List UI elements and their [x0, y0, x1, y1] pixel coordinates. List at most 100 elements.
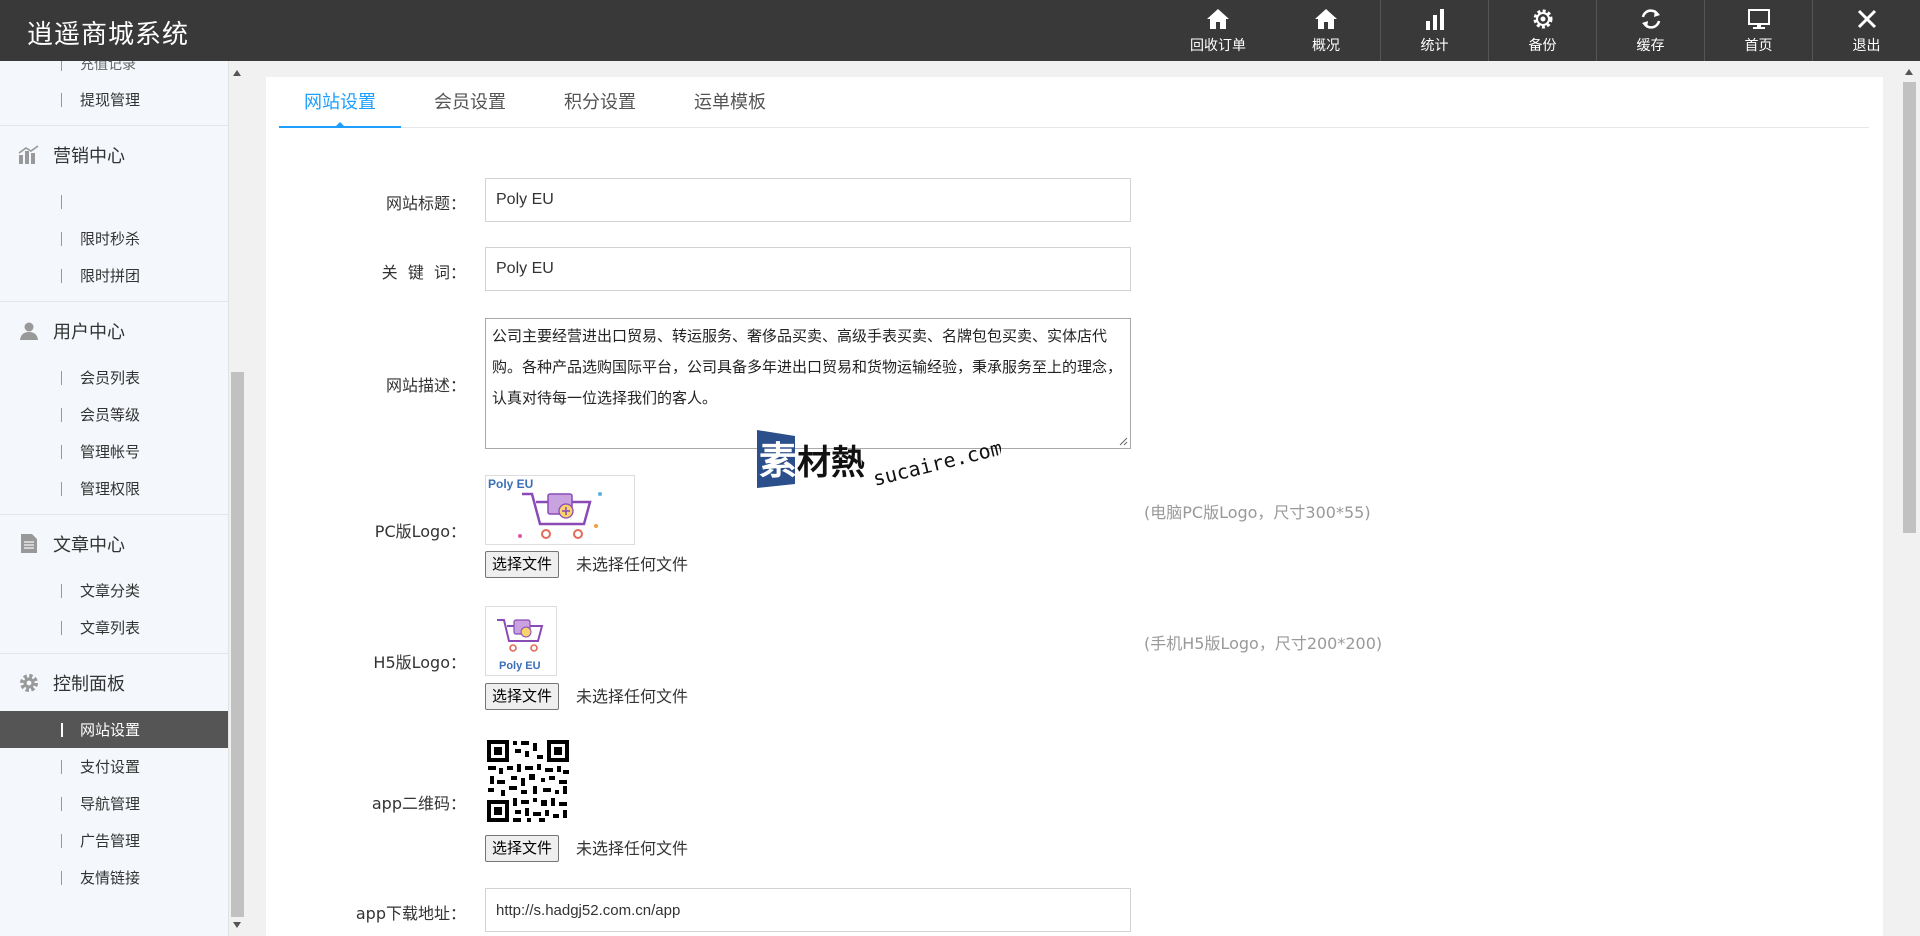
form-row-description: 网站描述： 公司主要经营进出口贸易、转运服务、奢侈品买卖、高级手表买卖、名牌包包…	[266, 318, 1883, 449]
sidebar-item-navigation[interactable]: 导航管理	[0, 785, 228, 822]
home-icon	[1207, 9, 1229, 29]
watermark-logo: 素 材熱 sucaire.com	[757, 428, 1005, 491]
keywords-input[interactable]	[485, 247, 1131, 291]
sidebar-item-article-list[interactable]: 文章列表	[0, 609, 228, 646]
topnav-label: 回收订单	[1190, 38, 1246, 54]
cart-icon	[518, 492, 602, 539]
keywords-label: 关 键 词：	[381, 263, 466, 282]
sidebar-item-member-level[interactable]: 会员等级	[0, 396, 228, 433]
pc-logo-file-status: 未选择任何文件	[576, 555, 689, 574]
app-qr-label: app二维码：	[371, 794, 466, 813]
h5-logo-choose-file-button[interactable]: 选择文件	[485, 683, 560, 710]
chart-icon	[18, 144, 40, 166]
sidebar-item-article-categories[interactable]: 文章分类	[0, 572, 228, 609]
description-text: 公司主要经营进出口贸易、转运服务、奢侈品买卖、高级手表买卖、名牌包包买卖、实体店…	[492, 327, 1123, 407]
tab-member-settings[interactable]: 会员设置	[409, 77, 531, 128]
sidebar-group-title: 营销中心	[53, 145, 125, 167]
sidebar-group-control-panel[interactable]: 控制面板	[0, 653, 228, 711]
gear-icon	[1533, 9, 1552, 29]
sidebar-item-flash-sale[interactable]: 限时秒杀	[0, 220, 228, 257]
pc-logo-choose-file-button[interactable]: 选择文件	[485, 551, 560, 578]
watermark-cn-rest: 材熱	[797, 443, 865, 483]
topnav-label: 备份	[1528, 38, 1557, 54]
sidebar-item-partial[interactable]: 充值记录	[0, 61, 228, 81]
sidebar-item-withdraw[interactable]: 提现管理	[0, 81, 228, 118]
topnav-overview[interactable]: 概况	[1272, 0, 1380, 61]
h5-logo-preview: Poly EU	[485, 606, 557, 676]
main-panel: 网站设置 会员设置 积分设置 运单模板 网站标题： 关 键 词： 网站描述： 公…	[266, 77, 1883, 936]
settings-tabs: 网站设置 会员设置 积分设置 运单模板	[279, 77, 1869, 128]
sidebar-item-payment-settings[interactable]: 支付设置	[0, 748, 228, 785]
topnav-backup[interactable]: 备份	[1488, 0, 1596, 61]
form-row-pc-logo: PC版Logo： Poly EU (电脑PC版Logo，尺寸300*55) 选择…	[266, 475, 1883, 583]
scroll-thumb[interactable]	[1903, 82, 1916, 533]
form-row-app-url: app下载地址：	[266, 888, 1883, 932]
sidebar-group-articles[interactable]: 文章中心	[0, 514, 228, 572]
pc-logo-hint: (电脑PC版Logo，尺寸300*55)	[1144, 503, 1371, 522]
gear-icon	[18, 672, 40, 694]
tab-points-settings[interactable]: 积分设置	[539, 77, 661, 128]
description-label: 网站描述：	[385, 376, 466, 395]
sidebar-group-title: 文章中心	[53, 534, 125, 556]
bar-chart-icon	[1425, 9, 1444, 30]
topnav-label: 首页	[1744, 38, 1773, 54]
site-title-label: 网站标题：	[385, 194, 466, 213]
scroll-up-arrow[interactable]	[233, 70, 241, 76]
scroll-up-arrow[interactable]	[1905, 69, 1913, 75]
home-icon	[1315, 9, 1337, 29]
app-url-label: app下载地址：	[355, 904, 466, 923]
watermark-en: sucaire.com	[870, 436, 1001, 488]
top-nav: 回收订单 概况 统计 备份 缓存 首页 退出	[1164, 0, 1920, 61]
topnav-label: 概况	[1312, 38, 1340, 54]
tab-site-settings[interactable]: 网站设置	[279, 77, 401, 128]
topnav-label: 统计	[1420, 38, 1449, 54]
topnav-statistics[interactable]: 统计	[1380, 0, 1488, 61]
sidebar-item-admin-accounts[interactable]: 管理帐号	[0, 433, 228, 470]
topnav-recycle-orders[interactable]: 回收订单	[1164, 0, 1272, 61]
form-row-h5-logo: H5版Logo： Poly EU (手机H5版Logo，尺寸200*200) 选…	[266, 606, 1883, 714]
sidebar-item-friend-links[interactable]: 友情链接	[0, 859, 228, 896]
pc-logo-label: PC版Logo：	[374, 522, 466, 541]
app-qr-choose-file-button[interactable]: 选择文件	[485, 835, 560, 862]
topnav-cache[interactable]: 缓存	[1596, 0, 1704, 61]
sidebar-group-users[interactable]: 用户中心	[0, 301, 228, 359]
form-row-site-title: 网站标题：	[266, 178, 1883, 222]
user-icon	[18, 320, 40, 342]
watermark-cn-first: 素	[759, 439, 797, 483]
top-header: 逍遥商城系统 回收订单 概况 统计 备份 缓存 首页 退出	[0, 0, 1920, 61]
resize-handle-icon[interactable]	[1119, 437, 1128, 446]
topnav-logout[interactable]: 退出	[1812, 0, 1920, 61]
close-icon	[1857, 9, 1876, 29]
sidebar-scrollbar[interactable]	[229, 61, 246, 936]
monitor-icon	[1747, 9, 1770, 29]
sidebar-item-member-list[interactable]: 会员列表	[0, 359, 228, 396]
sidebar-group-title: 控制面板	[53, 673, 125, 695]
topnav-label: 退出	[1852, 38, 1881, 54]
topnav-label: 缓存	[1636, 38, 1665, 54]
sidebar-item-site-settings[interactable]: 网站设置	[0, 711, 228, 748]
watermark-icon: 素 材熱 sucaire.com	[757, 430, 1005, 491]
scroll-thumb[interactable]	[231, 372, 244, 917]
form-row-app-qr: app二维码： 选择文件 未选择任何文件	[266, 738, 1883, 863]
h5-logo-label: H5版Logo：	[373, 653, 466, 672]
app-qr-preview	[485, 738, 571, 824]
h5-logo-hint: (手机H5版Logo，尺寸200*200)	[1144, 634, 1383, 653]
document-icon	[18, 533, 40, 555]
qr-code-icon	[485, 738, 571, 824]
tab-waybill-template[interactable]: 运单模板	[669, 77, 791, 128]
sidebar-item-permissions[interactable]: 管理权限	[0, 470, 228, 507]
topnav-home[interactable]: 首页	[1704, 0, 1812, 61]
app-url-input[interactable]	[485, 888, 1131, 932]
sidebar-item-ads[interactable]: 广告管理	[0, 822, 228, 859]
h5-logo-text: Poly EU	[499, 660, 541, 672]
sidebar-group-marketing[interactable]: 营销中心	[0, 125, 228, 183]
pc-logo-preview: Poly EU	[485, 475, 635, 545]
sidebar-item-blank[interactable]	[0, 183, 228, 220]
scroll-down-arrow[interactable]	[233, 922, 241, 928]
app-brand: 逍遥商城系统	[27, 20, 190, 50]
site-title-input[interactable]	[485, 178, 1131, 222]
sidebar-item-group-buy[interactable]: 限时拼团	[0, 257, 228, 294]
page-scrollbar[interactable]	[1899, 61, 1920, 936]
form-row-keywords: 关 键 词：	[266, 247, 1883, 291]
app-qr-file-status: 未选择任何文件	[576, 839, 689, 858]
